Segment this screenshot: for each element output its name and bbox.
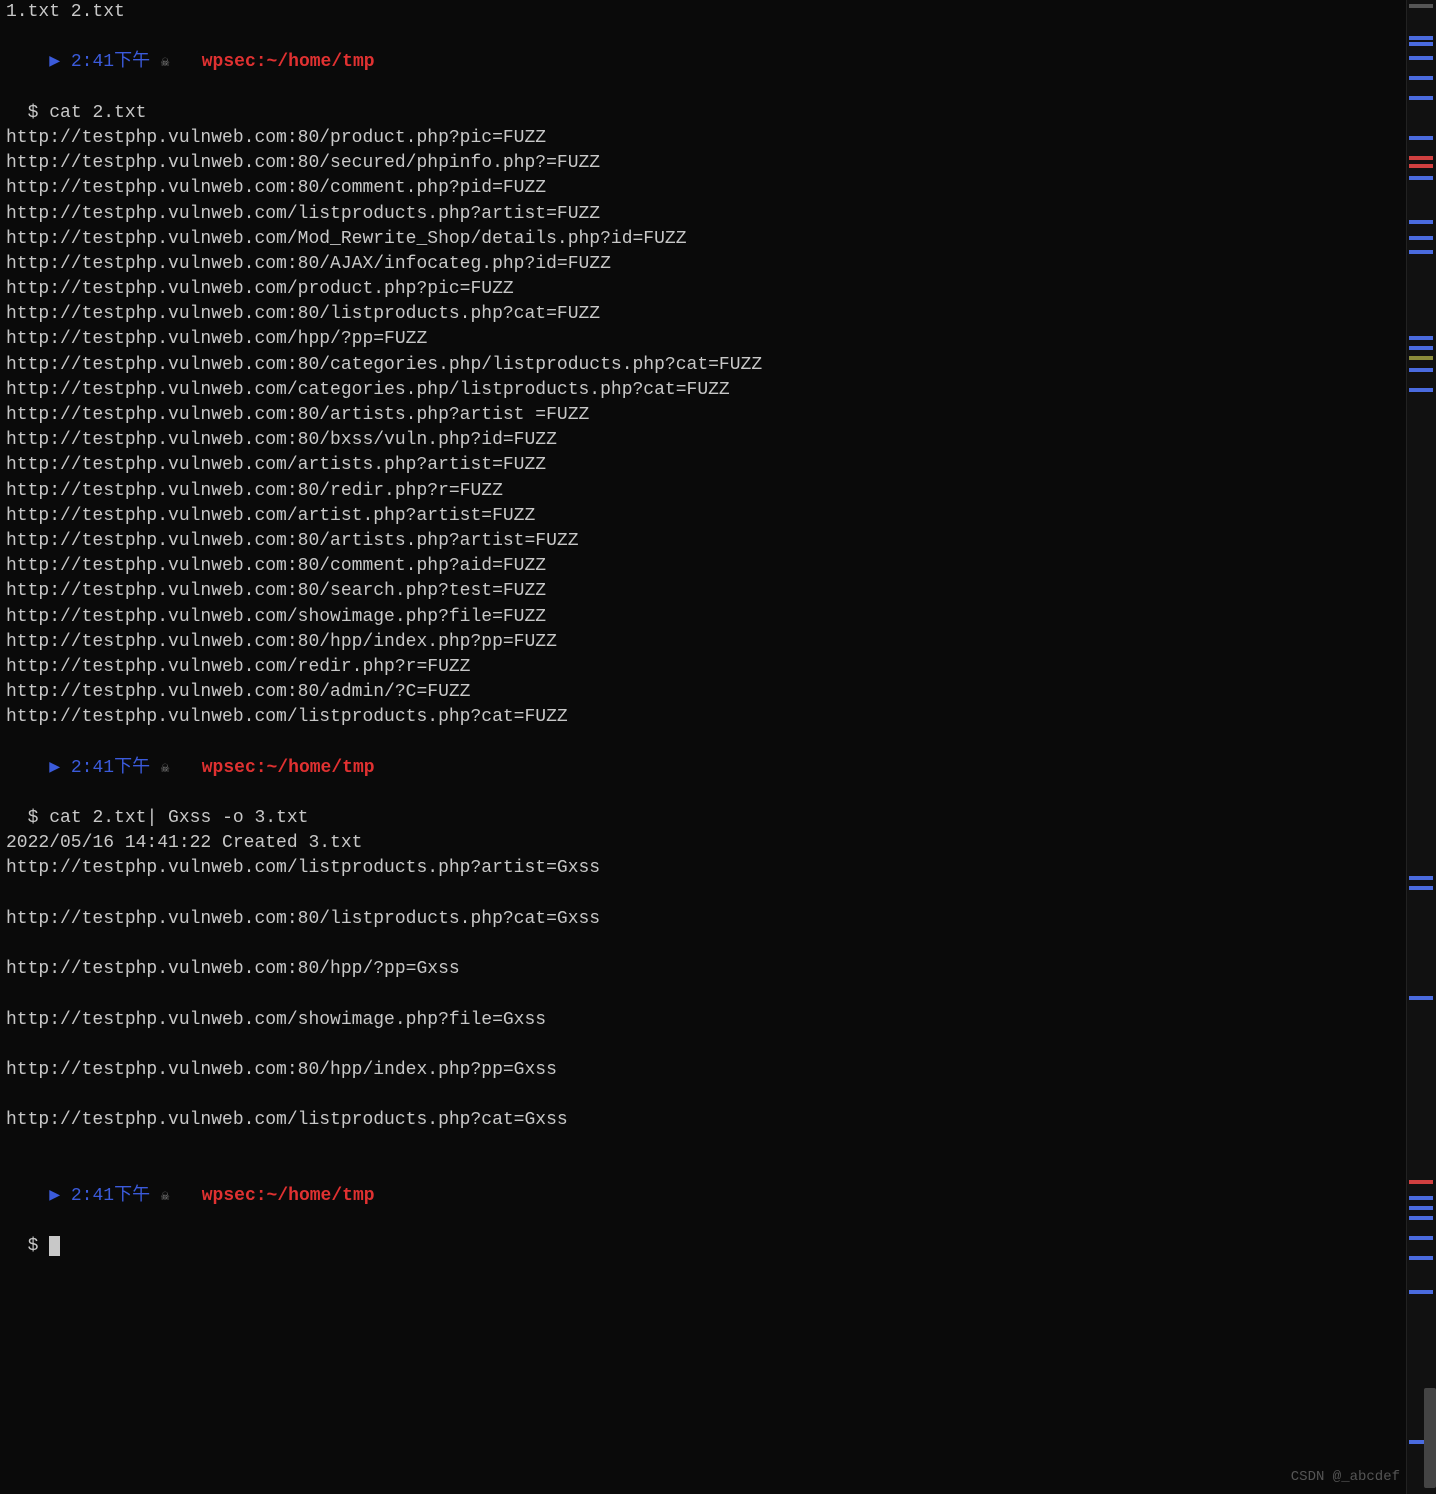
prompt-arrow-icon: ▶ xyxy=(49,1186,71,1206)
output-line: http://testphp.vulnweb.com:80/hpp/index.… xyxy=(6,1058,1394,1083)
output-line: http://testphp.vulnweb.com/Mod_Rewrite_S… xyxy=(6,227,1394,252)
command-text: cat 2.txt xyxy=(49,103,146,123)
output-line xyxy=(6,1033,1394,1058)
output-line xyxy=(6,1083,1394,1108)
dollar-sign: $ xyxy=(28,103,39,123)
dollar-sign: $ xyxy=(28,1236,39,1256)
output-line: http://testphp.vulnweb.com:80/admin/?C=F… xyxy=(6,680,1394,705)
output-line: http://testphp.vulnweb.com:80/comment.ph… xyxy=(6,176,1394,201)
minimap-marker xyxy=(1409,356,1433,360)
output-line: http://testphp.vulnweb.com:80/redir.php?… xyxy=(6,479,1394,504)
output-line: 2022/05/16 14:41:22 Created 3.txt xyxy=(6,831,1394,856)
output-line xyxy=(6,882,1394,907)
output-line: http://testphp.vulnweb.com:80/artists.ph… xyxy=(6,403,1394,428)
output-line: http://testphp.vulnweb.com:80/bxss/vuln.… xyxy=(6,428,1394,453)
minimap-marker xyxy=(1409,56,1433,60)
output-line: http://testphp.vulnweb.com:80/listproduc… xyxy=(6,907,1394,932)
minimap-marker xyxy=(1409,1290,1433,1294)
minimap-marker xyxy=(1409,996,1433,1000)
minimap-marker xyxy=(1409,42,1433,46)
minimap-marker xyxy=(1409,250,1433,254)
scrollbar-thumb[interactable] xyxy=(1424,1388,1436,1488)
output-line: http://testphp.vulnweb.com:80/comment.ph… xyxy=(6,554,1394,579)
minimap-marker xyxy=(1409,76,1433,80)
output-line: http://testphp.vulnweb.com/showimage.php… xyxy=(6,605,1394,630)
output-line: http://testphp.vulnweb.com/listproducts.… xyxy=(6,202,1394,227)
output-line: http://testphp.vulnweb.com/listproducts.… xyxy=(6,1108,1394,1133)
output-line: http://testphp.vulnweb.com/artists.php?a… xyxy=(6,453,1394,478)
output-line xyxy=(6,932,1394,957)
minimap-marker xyxy=(1409,136,1433,140)
minimap-marker xyxy=(1409,176,1433,180)
prompt-time: 2:41下午 xyxy=(71,52,150,72)
minimap-marker xyxy=(1409,164,1433,168)
minimap-marker xyxy=(1409,1180,1433,1184)
minimap-marker xyxy=(1409,1206,1433,1210)
cursor-block xyxy=(49,1236,60,1256)
output-line: http://testphp.vulnweb.com/listproducts.… xyxy=(6,856,1394,881)
output-line: http://testphp.vulnweb.com:80/product.ph… xyxy=(6,126,1394,151)
watermark-text: CSDN @_abcdef xyxy=(1291,1468,1400,1488)
output-line: http://testphp.vulnweb.com:80/listproduc… xyxy=(6,302,1394,327)
output-line: http://testphp.vulnweb.com/listproducts.… xyxy=(6,705,1394,730)
output-line xyxy=(6,982,1394,1007)
minimap-marker xyxy=(1409,96,1433,100)
prompt-path: wpsec:~/home/tmp xyxy=(202,758,375,778)
minimap-marker xyxy=(1409,36,1433,40)
minimap-marker xyxy=(1409,236,1433,240)
minimap-marker xyxy=(1409,336,1433,340)
minimap-marker xyxy=(1409,876,1433,880)
output-line: http://testphp.vulnweb.com/categories.ph… xyxy=(6,378,1394,403)
minimap-marker xyxy=(1409,346,1433,350)
command-line[interactable]: $ cat 2.txt| Gxss -o 3.txt xyxy=(6,806,1394,831)
prompt-path: wpsec:~/home/tmp xyxy=(202,52,375,72)
minimap-marker xyxy=(1409,4,1433,8)
output-line: http://testphp.vulnweb.com:80/categories… xyxy=(6,353,1394,378)
minimap-marker xyxy=(1409,1256,1433,1260)
command-line[interactable]: $ cat 2.txt xyxy=(6,101,1394,126)
minimap-marker xyxy=(1409,1236,1433,1240)
prompt-line: ▶ 2:41下午 ☠ wpsec:~/home/tmp xyxy=(6,730,1394,806)
output-line: http://testphp.vulnweb.com:80/hpp/?pp=Gx… xyxy=(6,957,1394,982)
terminal-viewport[interactable]: 1.txt 2.txt ▶ 2:41下午 ☠ wpsec:~/home/tmp … xyxy=(0,0,1400,1259)
minimap-marker xyxy=(1409,886,1433,890)
output-line: http://testphp.vulnweb.com/showimage.php… xyxy=(6,1008,1394,1033)
minimap-marker xyxy=(1409,156,1433,160)
prompt-path: wpsec:~/home/tmp xyxy=(202,1186,375,1206)
prompt-line: ▶ 2:41下午 ☠ wpsec:~/home/tmp xyxy=(6,1159,1394,1235)
output-line: http://testphp.vulnweb.com/redir.php?r=F… xyxy=(6,655,1394,680)
output-line: http://testphp.vulnweb.com:80/hpp/index.… xyxy=(6,630,1394,655)
skull-icon: ☠ xyxy=(161,55,169,71)
output-line: http://testphp.vulnweb.com:80/AJAX/infoc… xyxy=(6,252,1394,277)
minimap-marker xyxy=(1409,388,1433,392)
command-line[interactable]: $ xyxy=(6,1234,1394,1259)
minimap-marker xyxy=(1409,1196,1433,1200)
output-line: http://testphp.vulnweb.com:80/search.php… xyxy=(6,579,1394,604)
dollar-sign: $ xyxy=(28,808,39,828)
prompt-line: ▶ 2:41下午 ☠ wpsec:~/home/tmp xyxy=(6,25,1394,101)
prompt-arrow-icon: ▶ xyxy=(49,758,71,778)
output-line: http://testphp.vulnweb.com:80/artists.ph… xyxy=(6,529,1394,554)
minimap-scrollbar[interactable] xyxy=(1406,0,1436,1494)
command-text: cat 2.txt| Gxss -o 3.txt xyxy=(49,808,308,828)
output-line: http://testphp.vulnweb.com/hpp/?pp=FUZZ xyxy=(6,327,1394,352)
output-line: http://testphp.vulnweb.com/product.php?p… xyxy=(6,277,1394,302)
output-line xyxy=(6,1133,1394,1158)
output-line: http://testphp.vulnweb.com/artist.php?ar… xyxy=(6,504,1394,529)
skull-icon: ☠ xyxy=(161,761,169,777)
prompt-arrow-icon: ▶ xyxy=(49,52,71,72)
prompt-time: 2:41下午 xyxy=(71,758,150,778)
minimap-marker xyxy=(1409,368,1433,372)
partial-top-line: 1.txt 2.txt xyxy=(6,0,1394,25)
prompt-time: 2:41下午 xyxy=(71,1186,150,1206)
skull-icon: ☠ xyxy=(161,1189,169,1205)
output-line: http://testphp.vulnweb.com:80/secured/ph… xyxy=(6,151,1394,176)
minimap-marker xyxy=(1409,1216,1433,1220)
minimap-marker xyxy=(1409,220,1433,224)
